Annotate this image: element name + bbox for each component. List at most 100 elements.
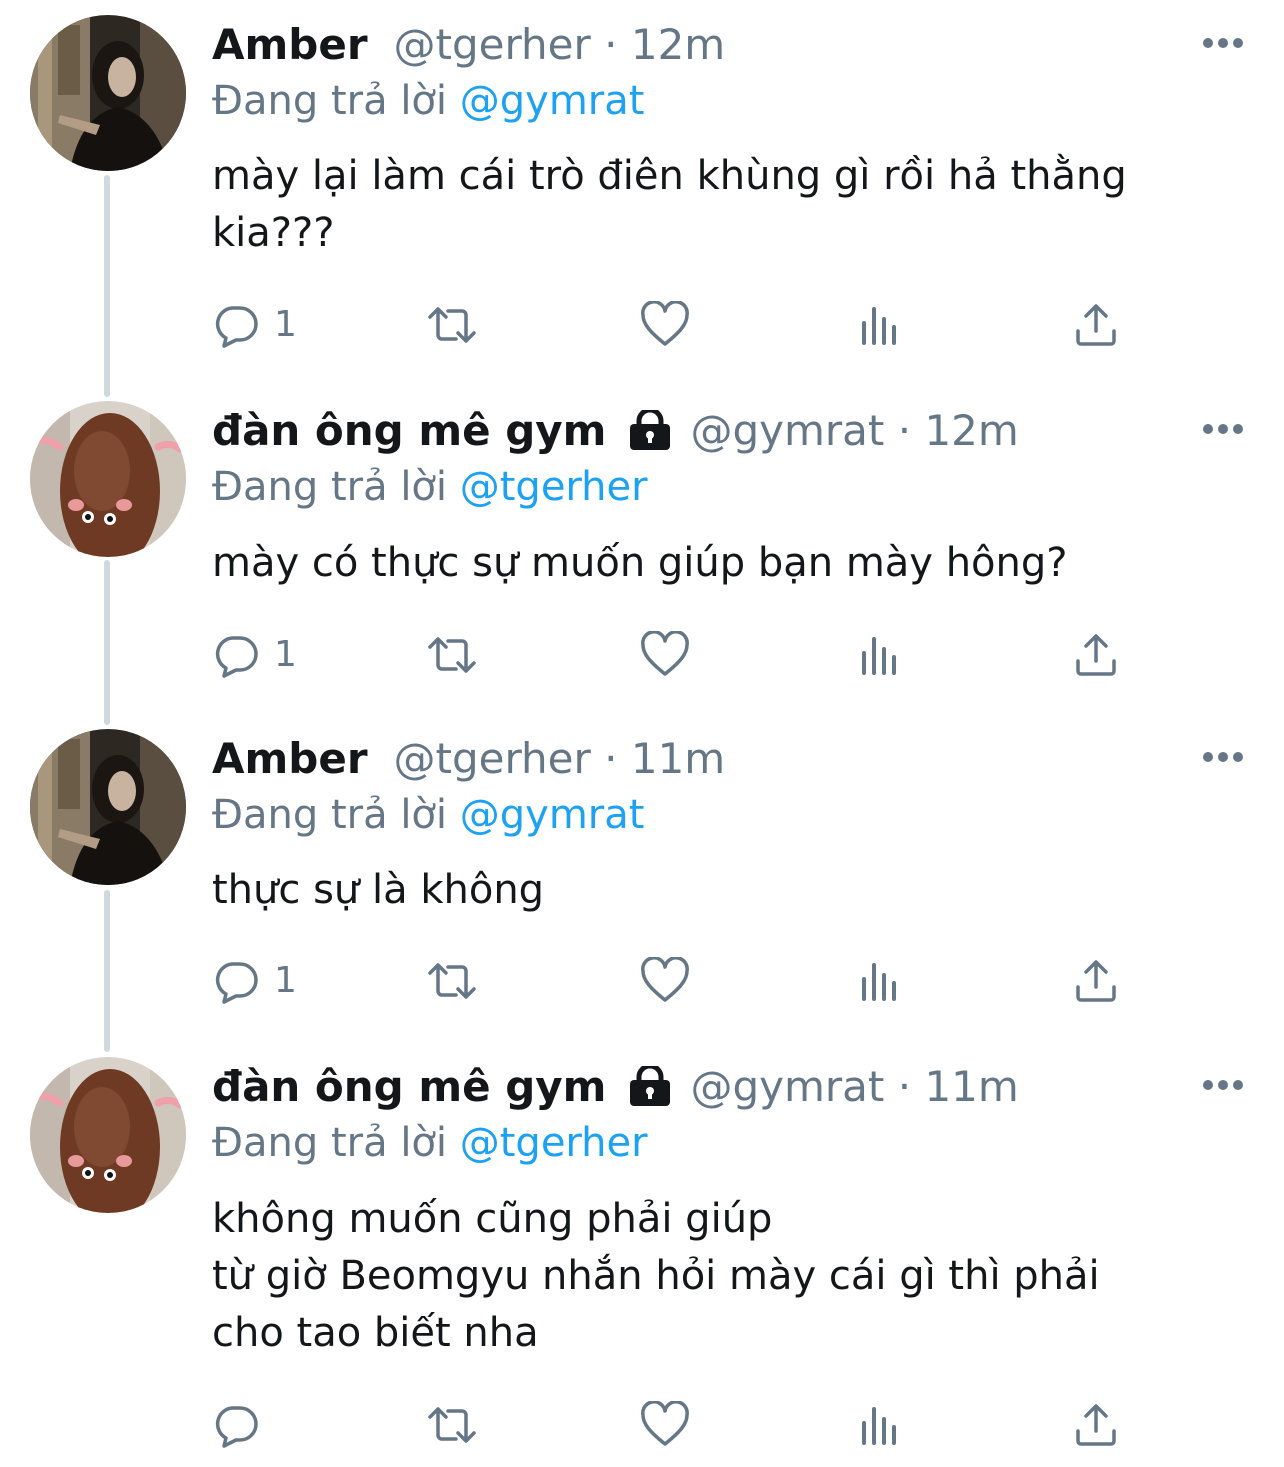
gymrat-avatar-image	[30, 401, 186, 557]
timestamp[interactable]: 12m	[631, 20, 725, 69]
amber-avatar-image	[30, 15, 186, 171]
separator-dot: ·	[604, 734, 618, 783]
action-bar	[212, 1401, 1212, 1449]
like-button[interactable]	[640, 1401, 690, 1449]
share-icon	[1076, 1404, 1116, 1446]
display-name[interactable]: đàn ông mê gym	[212, 406, 606, 455]
tweet-text: mày có thực sự muốn giúp bạn mày hông?	[212, 535, 1222, 592]
tweet-header: Amber @tgerher · 12m	[212, 15, 725, 75]
action-bar: 1	[212, 957, 1212, 1005]
tweet-header: đàn ông mê gym @gymrat · 12m	[212, 401, 1019, 461]
avatar[interactable]	[30, 1057, 186, 1213]
mention-link[interactable]: @gymrat	[460, 792, 645, 838]
tweet[interactable]: Amber @tgerher · 11m Đang trả lời @gymrat…	[0, 729, 1284, 1029]
replying-to: Đang trả lời @tgerher	[212, 1115, 648, 1171]
tweet-header: Amber @tgerher · 11m	[212, 729, 725, 789]
reply-icon	[215, 962, 258, 1004]
retweet-icon	[428, 637, 476, 673]
heart-icon	[641, 957, 689, 1002]
share-button[interactable]	[1074, 301, 1118, 349]
timestamp[interactable]: 12m	[924, 406, 1018, 455]
tweet-header: đàn ông mê gym @gymrat · 11m	[212, 1057, 1019, 1117]
tweet-text: mày lại làm cái trò điên khùng gì rồi hả…	[212, 148, 1222, 262]
reply-button[interactable]: 1	[212, 301, 297, 349]
retweet-button[interactable]	[424, 1401, 480, 1449]
tweet[interactable]: đàn ông mê gym @gymrat · 12m Đang trả lời…	[0, 401, 1284, 701]
share-icon	[1076, 304, 1116, 346]
action-bar: 1	[212, 631, 1212, 679]
analytics-button[interactable]	[860, 1401, 904, 1449]
avatar[interactable]	[30, 15, 186, 171]
display-name[interactable]: Amber	[212, 20, 368, 69]
share-icon	[1076, 634, 1116, 676]
action-bar: 1	[212, 301, 1212, 349]
amber-avatar-image	[30, 729, 186, 885]
mention-link[interactable]: @tgerher	[460, 1120, 648, 1166]
avatar[interactable]	[30, 729, 186, 885]
separator-dot: ·	[897, 406, 912, 455]
reply-button[interactable]: 1	[212, 957, 297, 1005]
tweet-text: không muốn cũng phải giúp từ giờ Beomgyu…	[212, 1191, 1222, 1362]
like-button[interactable]	[640, 301, 690, 349]
replying-to: Đang trả lời @gymrat	[212, 73, 644, 129]
replying-to-label: Đang trả lời	[212, 78, 448, 124]
display-name[interactable]: Amber	[212, 734, 368, 783]
more-icon[interactable]	[1202, 1079, 1244, 1091]
like-button[interactable]	[640, 631, 690, 679]
replying-to-label: Đang trả lời	[212, 792, 448, 838]
reply-icon	[215, 636, 258, 678]
heart-icon	[641, 631, 689, 676]
reply-button[interactable]: 1	[212, 631, 297, 679]
timestamp[interactable]: 11m	[924, 1062, 1018, 1111]
reply-button[interactable]	[212, 1401, 274, 1449]
mention-link[interactable]: @gymrat	[460, 78, 645, 124]
avatar[interactable]	[30, 401, 186, 557]
more-icon[interactable]	[1202, 37, 1244, 49]
user-handle[interactable]: @gymrat	[690, 1062, 884, 1111]
tweet-text-line: thực sự là không	[212, 867, 545, 913]
tweet[interactable]: Amber @tgerher · 12m Đang trả lời @gymrat…	[0, 15, 1284, 375]
mention-link[interactable]: @tgerher	[460, 464, 648, 510]
user-handle[interactable]: @tgerher	[394, 20, 591, 69]
heart-icon	[641, 301, 689, 346]
analytics-icon	[862, 637, 896, 675]
analytics-button[interactable]	[860, 957, 904, 1005]
share-button[interactable]	[1074, 957, 1118, 1005]
retweet-icon	[428, 307, 476, 343]
tweet-text-line: cho tao biết nha	[212, 1310, 539, 1356]
separator-dot: ·	[897, 1062, 912, 1111]
user-handle[interactable]: @tgerher	[394, 734, 591, 783]
analytics-icon	[862, 963, 896, 1001]
user-handle[interactable]: @gymrat	[690, 406, 884, 455]
reply-count: 1	[274, 960, 297, 1001]
analytics-button[interactable]	[860, 301, 904, 349]
tweet-text-line: mày có thực sự muốn giúp bạn mày hông?	[212, 540, 1068, 586]
retweet-button[interactable]	[424, 957, 480, 1005]
replying-to: Đang trả lời @tgerher	[212, 459, 648, 515]
lock-icon	[630, 409, 671, 450]
lock-icon	[630, 1065, 671, 1106]
share-button[interactable]	[1074, 1401, 1118, 1449]
like-button[interactable]	[640, 957, 690, 1005]
share-button[interactable]	[1074, 631, 1118, 679]
replying-to-label: Đang trả lời	[212, 1120, 448, 1166]
analytics-button[interactable]	[860, 631, 904, 679]
analytics-icon	[862, 307, 896, 345]
retweet-button[interactable]	[424, 301, 480, 349]
retweet-button[interactable]	[424, 631, 480, 679]
tweet-text: thực sự là không	[212, 862, 1222, 919]
retweet-icon	[428, 963, 476, 999]
more-icon[interactable]	[1202, 423, 1244, 435]
reply-count: 1	[274, 304, 297, 345]
share-icon	[1076, 960, 1116, 1002]
display-name[interactable]: đàn ông mê gym	[212, 1062, 606, 1111]
tweet[interactable]: đàn ông mê gym @gymrat · 11m Đang trả lời…	[0, 1057, 1284, 1467]
replying-to-label: Đang trả lời	[212, 464, 448, 510]
reply-icon	[215, 306, 258, 348]
timestamp[interactable]: 11m	[631, 734, 725, 783]
retweet-icon	[428, 1407, 476, 1443]
more-icon[interactable]	[1202, 751, 1244, 763]
tweet-text-line: kia???	[212, 210, 335, 256]
heart-icon	[641, 1401, 689, 1446]
replying-to: Đang trả lời @gymrat	[212, 787, 644, 843]
